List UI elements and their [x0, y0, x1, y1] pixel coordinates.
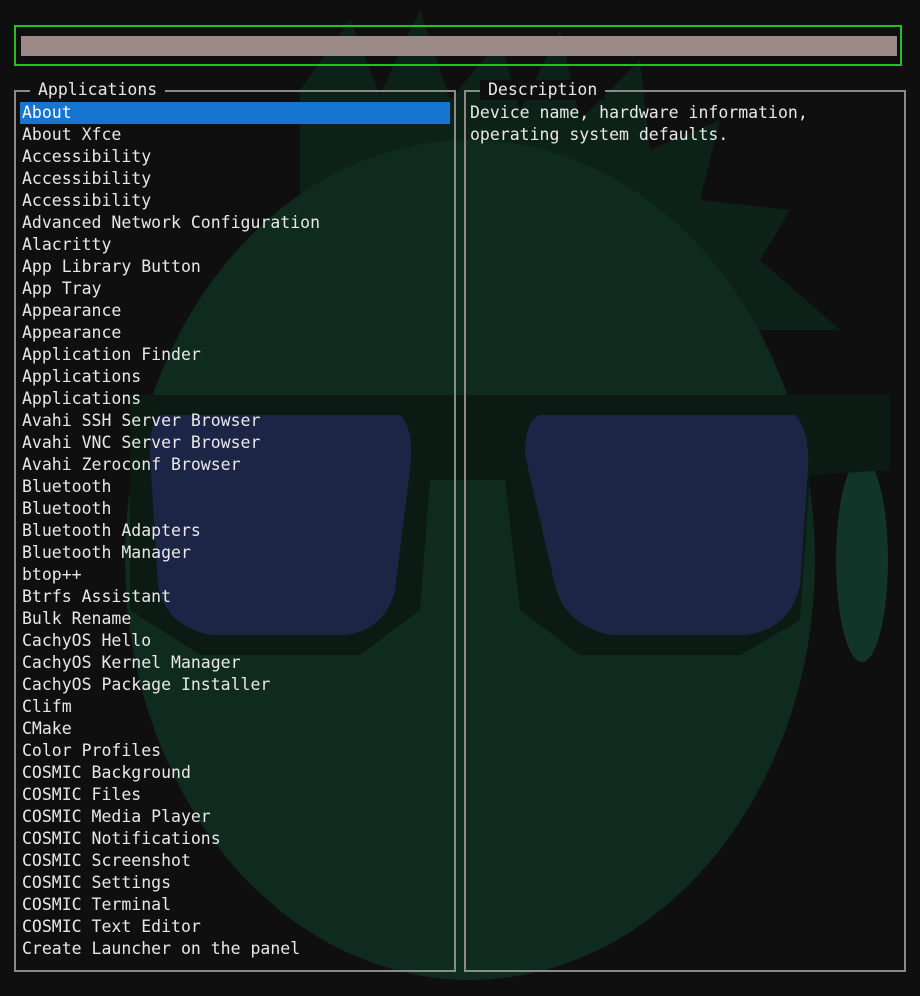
description-panel: Description Device name, hardware inform… — [464, 80, 906, 972]
list-item[interactable]: COSMIC Files — [20, 784, 450, 806]
list-item[interactable]: Bluetooth — [20, 476, 450, 498]
list-item[interactable]: Bluetooth — [20, 498, 450, 520]
list-item[interactable]: COSMIC Text Editor — [20, 916, 450, 938]
list-item[interactable]: CachyOS Hello — [20, 630, 450, 652]
list-item[interactable]: COSMIC Terminal — [20, 894, 450, 916]
list-item[interactable]: btop++ — [20, 564, 450, 586]
list-item[interactable]: COSMIC Screenshot — [20, 850, 450, 872]
list-item[interactable]: COSMIC Settings — [20, 872, 450, 894]
list-item[interactable]: Accessibility — [20, 190, 450, 212]
list-item[interactable]: CachyOS Package Installer — [20, 674, 450, 696]
list-item[interactable]: Avahi SSH Server Browser — [20, 410, 450, 432]
list-item[interactable]: Accessibility — [20, 146, 450, 168]
list-item[interactable]: Avahi Zeroconf Browser — [20, 454, 450, 476]
list-item[interactable]: Bluetooth Adapters — [20, 520, 450, 542]
search-bar[interactable] — [14, 25, 902, 66]
list-item[interactable]: COSMIC Background — [20, 762, 450, 784]
list-item[interactable]: Applications — [20, 388, 450, 410]
list-item[interactable]: Alacritty — [20, 234, 450, 256]
list-item[interactable]: CMake — [20, 718, 450, 740]
description-text: Device name, hardware information, opera… — [470, 103, 808, 144]
list-item-selected[interactable]: About — [20, 102, 450, 124]
list-item[interactable]: Appearance — [20, 322, 450, 344]
search-input[interactable] — [21, 36, 897, 56]
list-item[interactable]: Clifm — [20, 696, 450, 718]
list-item[interactable]: Bulk Rename — [20, 608, 450, 630]
list-item[interactable]: COSMIC Media Player — [20, 806, 450, 828]
list-item[interactable]: Application Finder — [20, 344, 450, 366]
list-item[interactable]: Accessibility — [20, 168, 450, 190]
launcher-window: Applications About About Xfce Accessibilit… — [0, 0, 920, 996]
list-item[interactable]: Advanced Network Configuration — [20, 212, 450, 234]
description-panel-title: Description — [480, 80, 606, 100]
list-item[interactable]: About Xfce — [20, 124, 450, 146]
applications-panel: Applications About About Xfce Accessibilit… — [14, 80, 456, 972]
list-item[interactable]: Btrfs Assistant — [20, 586, 450, 608]
application-list[interactable]: About About Xfce Accessibility Accessibilit… — [20, 102, 450, 960]
applications-panel-title: Applications — [30, 80, 166, 100]
list-item[interactable]: Create Launcher on the panel — [20, 938, 450, 960]
list-item[interactable]: Color Profiles — [20, 740, 450, 762]
list-item[interactable]: Appearance — [20, 300, 450, 322]
list-item[interactable]: App Tray — [20, 278, 450, 300]
list-item[interactable]: Bluetooth Manager — [20, 542, 450, 564]
list-item[interactable]: Avahi VNC Server Browser — [20, 432, 450, 454]
list-item[interactable]: CachyOS Kernel Manager — [20, 652, 450, 674]
list-item[interactable]: Applications — [20, 366, 450, 388]
list-item[interactable]: COSMIC Notifications — [20, 828, 450, 850]
list-item[interactable]: App Library Button — [20, 256, 450, 278]
